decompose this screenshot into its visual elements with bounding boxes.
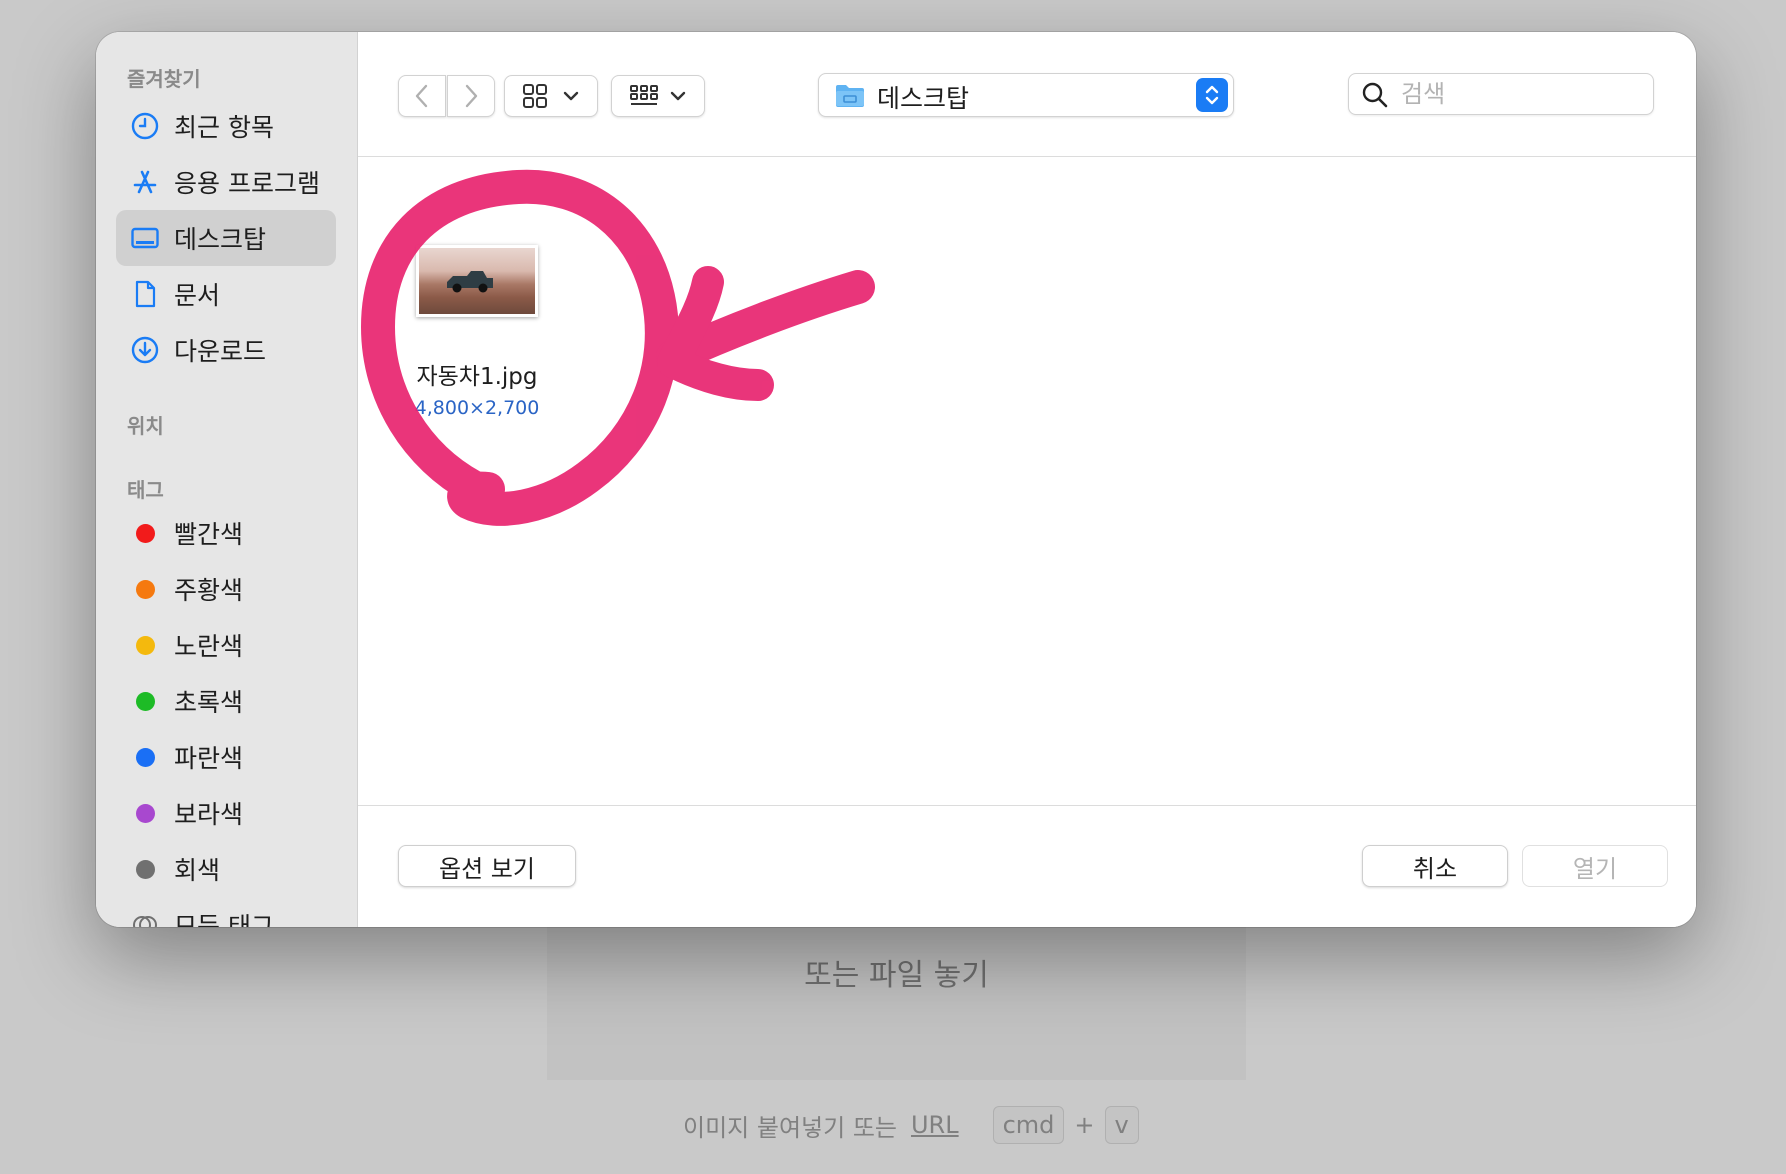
tags-heading: 태그 bbox=[127, 478, 164, 502]
sidebar-tag-yellow[interactable]: 노란색 bbox=[116, 617, 336, 673]
folder-icon bbox=[835, 82, 865, 112]
chevron-down-icon bbox=[563, 91, 579, 101]
icon-view-grid-icon bbox=[523, 84, 547, 108]
cmd-key: cmd bbox=[992, 1106, 1065, 1144]
v-key: v bbox=[1104, 1106, 1139, 1144]
group-by-icon bbox=[630, 85, 658, 105]
search-field[interactable] bbox=[1348, 73, 1654, 115]
sidebar-item-label: 다운로드 bbox=[174, 337, 267, 366]
toolbar: 데스크탑 bbox=[358, 32, 1696, 157]
file-item[interactable]: 자동차1.jpg 4,800×2,700 bbox=[403, 245, 551, 419]
file-name: 자동차1.jpg bbox=[416, 364, 538, 390]
apps-icon bbox=[128, 165, 162, 199]
cancel-button[interactable]: 취소 bbox=[1362, 845, 1508, 887]
image-thumbnail bbox=[416, 245, 538, 317]
forward-button[interactable] bbox=[447, 75, 495, 117]
sidebar-item-label: 빨간색 bbox=[174, 520, 244, 549]
plus-sign: + bbox=[1074, 1111, 1095, 1139]
sidebar-item-label: 보라색 bbox=[174, 800, 244, 829]
drop-zone-label: 또는 파일 놓기 bbox=[804, 958, 989, 993]
url-link[interactable]: URL bbox=[911, 1111, 959, 1139]
chevron-down-icon bbox=[670, 91, 686, 101]
search-icon bbox=[1361, 81, 1389, 113]
file-dimensions: 4,800×2,700 bbox=[414, 397, 540, 419]
sidebar-item-label: 모든 태그 bbox=[174, 912, 274, 927]
chevron-right-icon bbox=[465, 84, 478, 108]
sidebar-item-label: 회색 bbox=[174, 856, 221, 885]
red-tag-dot-icon bbox=[135, 523, 155, 543]
sidebar-item-label: 응용 프로그램 bbox=[174, 169, 320, 198]
truck-image bbox=[447, 271, 493, 293]
green-tag-dot-icon bbox=[135, 691, 155, 711]
search-input[interactable] bbox=[1399, 78, 1643, 110]
sidebar-tag-red[interactable]: 빨간색 bbox=[116, 505, 336, 561]
sidebar-item-documents[interactable]: 문서 bbox=[116, 266, 336, 322]
sidebar-item-label: 문서 bbox=[174, 281, 221, 310]
sidebar-item-label: 파란색 bbox=[174, 744, 244, 773]
locations-heading: 위치 bbox=[127, 414, 164, 438]
sidebar: 즐겨찾기 최근 항목 응용 프로그램 데스크탑 문서 다운로드 위치 태그 빨간… bbox=[96, 32, 358, 927]
purple-tag-dot-icon bbox=[135, 803, 155, 823]
download-icon bbox=[128, 333, 162, 367]
sidebar-item-label: 데스크탑 bbox=[174, 225, 267, 254]
open-button[interactable]: 열기 bbox=[1522, 845, 1668, 887]
paste-hint: 이미지 붙여넣기 또는 URL cmd + v bbox=[683, 1103, 1139, 1147]
group-button[interactable] bbox=[611, 75, 705, 117]
sidebar-tag-purple[interactable]: 보라색 bbox=[116, 785, 336, 841]
orange-tag-dot-icon bbox=[135, 579, 155, 599]
sidebar-item-desktop[interactable]: 데스크탑 bbox=[116, 210, 336, 266]
sidebar-all-tags[interactable]: 모든 태그 bbox=[116, 897, 336, 927]
all-tags-icon bbox=[128, 908, 162, 927]
file-open-dialog: 즐겨찾기 최근 항목 응용 프로그램 데스크탑 문서 다운로드 위치 태그 빨간… bbox=[96, 32, 1696, 927]
yellow-tag-dot-icon bbox=[135, 635, 155, 655]
up-down-chevron-icon bbox=[1196, 78, 1228, 112]
location-select[interactable]: 데스크탑 bbox=[818, 73, 1234, 117]
back-button[interactable] bbox=[398, 75, 446, 117]
sidebar-item-downloads[interactable]: 다운로드 bbox=[116, 322, 336, 378]
show-options-button[interactable]: 옵션 보기 bbox=[398, 845, 576, 887]
sidebar-tag-gray[interactable]: 회색 bbox=[116, 841, 336, 897]
drop-zone[interactable]: 또는 파일 놓기 bbox=[547, 920, 1246, 1080]
sidebar-tag-blue[interactable]: 파란색 bbox=[116, 729, 336, 785]
paste-hint-label: 이미지 붙여넣기 또는 bbox=[683, 1113, 897, 1142]
sidebar-tag-green[interactable]: 초록색 bbox=[116, 673, 336, 729]
document-icon bbox=[128, 277, 162, 311]
sidebar-item-label: 주황색 bbox=[174, 576, 244, 605]
sidebar-item-label: 최근 항목 bbox=[174, 113, 274, 142]
sidebar-item-recents[interactable]: 최근 항목 bbox=[116, 98, 336, 154]
browser-pane: 데스크탑 자 bbox=[358, 32, 1696, 927]
view-mode-button[interactable] bbox=[504, 75, 598, 117]
chevron-left-icon bbox=[415, 84, 428, 108]
sidebar-item-label: 노란색 bbox=[174, 632, 244, 661]
clock-icon bbox=[128, 109, 162, 143]
sidebar-item-label: 초록색 bbox=[174, 688, 244, 717]
dialog-footer: 옵션 보기 취소 열기 bbox=[358, 805, 1696, 927]
sidebar-item-applications[interactable]: 응용 프로그램 bbox=[116, 154, 336, 210]
blue-tag-dot-icon bbox=[135, 747, 155, 767]
location-label: 데스크탑 bbox=[877, 84, 970, 113]
gray-tag-dot-icon bbox=[135, 859, 155, 879]
desktop-icon bbox=[128, 221, 162, 255]
sidebar-tag-orange[interactable]: 주황색 bbox=[116, 561, 336, 617]
file-grid: 자동차1.jpg 4,800×2,700 bbox=[358, 157, 1696, 805]
favorites-heading: 즐겨찾기 bbox=[127, 67, 201, 91]
